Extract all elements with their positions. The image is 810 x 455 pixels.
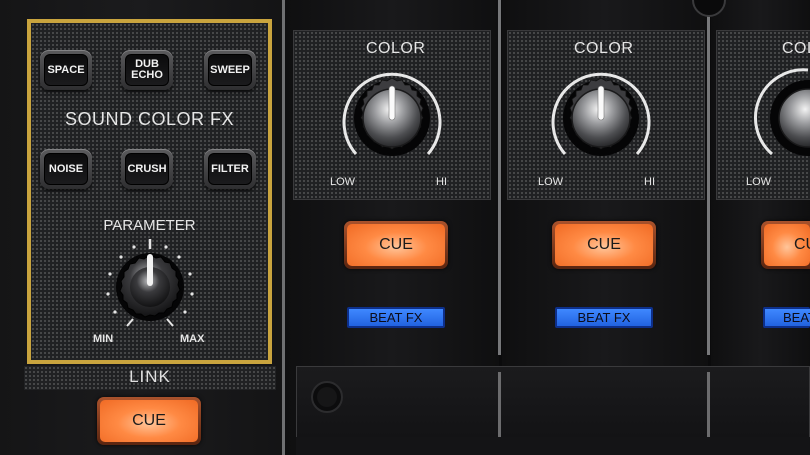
noise-fx-button[interactable]: NOISE (40, 149, 92, 189)
channel-1-cue-button[interactable]: CUE (344, 221, 448, 269)
channel-3-beat-fx-label: BEAT FX (783, 310, 810, 325)
link-cue-label: CUE (132, 412, 166, 429)
link-label: LINK (129, 367, 171, 386)
channel-3-color-knob[interactable] (752, 62, 810, 174)
space-fx-label: SPACE (47, 63, 85, 76)
channel-3-low-label: LOW (746, 176, 772, 188)
channel-1-beat-fx-button[interactable]: BEAT FX (347, 307, 445, 328)
dub-echo-fx-label: DUB ECHO (131, 58, 163, 81)
channel-2-hi-label: HI (644, 176, 655, 188)
channel-1-low-label: LOW (330, 176, 356, 188)
filter-fx-button[interactable]: FILTER (204, 149, 256, 189)
sweep-fx-button[interactable]: SWEEP (204, 50, 256, 90)
parameter-label: PARAMETER (103, 217, 196, 234)
noise-fx-label: NOISE (48, 162, 84, 175)
channel-3-cue-label: CUE (794, 236, 810, 253)
sweep-fx-label: SWEEP (210, 63, 250, 76)
channel-2-color-knob[interactable] (545, 62, 657, 174)
screw-icon (311, 381, 343, 413)
channel-divider (498, 0, 501, 355)
channel-1-hi-label: HI (436, 176, 447, 188)
channel-2-beat-fx-label: BEAT FX (577, 310, 631, 325)
channel-divider (707, 0, 710, 355)
channel-2-cue-button[interactable]: CUE (552, 221, 656, 269)
channel-1-beat-fx-label: BEAT FX (369, 310, 423, 325)
channel-2-low-label: LOW (538, 176, 564, 188)
channel-2-beat-fx-button[interactable]: BEAT FX (555, 307, 653, 328)
dub-echo-fx-button[interactable]: DUB ECHO (121, 50, 173, 90)
channel-3-beat-fx-button[interactable]: BEAT FX (763, 307, 810, 328)
parameter-min-label: MIN (93, 333, 114, 345)
screw-icon (692, 0, 726, 17)
space-fx-button[interactable]: SPACE (40, 50, 92, 90)
parameter-knob[interactable] (92, 235, 208, 335)
channel-1-color-knob[interactable] (336, 62, 448, 174)
channel-3-color-label: COLOR (782, 40, 810, 57)
crush-fx-label: CRUSH (127, 162, 167, 175)
channel-1-color-label: COLOR (366, 40, 426, 57)
channel-2-cue-label: CUE (587, 236, 621, 253)
lower-panel-edge (296, 437, 810, 455)
channel-2-color-label: COLOR (574, 40, 634, 57)
filter-fx-label: FILTER (211, 162, 249, 175)
lower-channel-divider (498, 372, 501, 444)
parameter-max-label: MAX (180, 333, 205, 345)
crush-fx-button[interactable]: CRUSH (121, 149, 173, 189)
channel-1-cue-label: CUE (379, 236, 413, 253)
channel-3-cue-button[interactable]: CUE (761, 221, 810, 269)
sound-color-fx-title: SOUND COLOR FX (64, 109, 235, 129)
lower-channel-divider (707, 372, 710, 444)
link-cue-button[interactable]: CUE (97, 397, 201, 445)
